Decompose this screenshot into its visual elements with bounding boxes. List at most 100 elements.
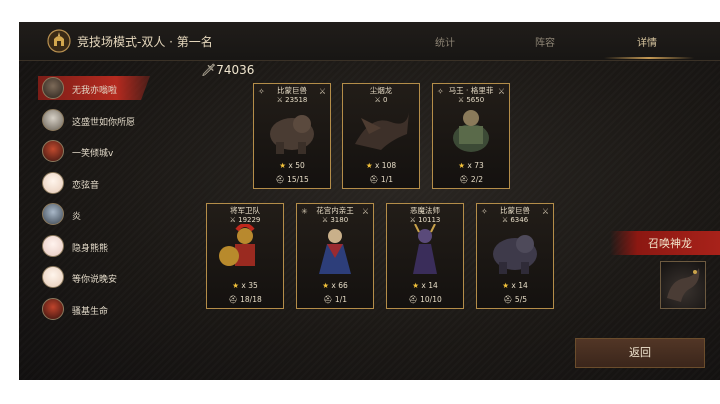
- helmet-icon: ⛑: [503, 295, 513, 304]
- summon-dragon-label: 召唤神龙: [648, 237, 692, 250]
- unit-level: ⛑ 18/18: [207, 295, 283, 304]
- dragon-silhouette-icon: [667, 268, 700, 302]
- beast-figure-icon: [493, 235, 537, 274]
- player-name: 等你说晚安: [72, 275, 118, 285]
- unit-power: ⚔ 23518: [276, 96, 308, 104]
- player-item[interactable]: 等你说晚安: [36, 263, 176, 295]
- unit-type-icon: ✧: [481, 207, 488, 216]
- star-icon: ★: [412, 281, 419, 290]
- unit-count: ★ x 14: [387, 281, 463, 290]
- unit-power-value: 19229: [238, 216, 261, 224]
- unit-type-icon: ✧: [258, 87, 265, 96]
- player-name: 恋弦音: [72, 180, 100, 191]
- unit-class-icon: ⚔: [318, 87, 326, 96]
- player-name: 无我亦嗡啦: [72, 86, 118, 96]
- unit-name: 将军卫队: [230, 206, 260, 215]
- avatar: [42, 297, 64, 320]
- unit-power-value: 6346: [510, 216, 529, 224]
- dragon-icon[interactable]: [660, 261, 706, 309]
- unit-count: ★ x 14: [477, 281, 553, 290]
- star-icon: ★: [279, 161, 286, 170]
- helmet-icon: ⛑: [369, 175, 379, 184]
- tab-lineup[interactable]: 阵容: [535, 34, 555, 49]
- active-tab-indicator: [604, 57, 694, 59]
- avatar: [42, 234, 64, 257]
- unit-level-value: 1/1: [334, 295, 347, 304]
- unit-power: ⚔ 0: [374, 96, 388, 104]
- player-name: 隐身熊熊: [72, 243, 109, 254]
- unit-power-value: 3180: [330, 216, 349, 224]
- tab-stats[interactable]: 统计: [435, 34, 455, 49]
- unit-count: ★ x 108: [343, 161, 419, 170]
- back-button[interactable]: 返回: [575, 338, 705, 368]
- card-header: 将军卫队 ⚔ 19229: [207, 204, 283, 224]
- unit-power-value: 0: [383, 96, 388, 104]
- unit-level: ⛑ 1/1: [343, 175, 419, 184]
- player-item[interactable]: 这盛世如你所愿: [36, 106, 176, 138]
- unit-card[interactable]: 将军卫队 ⚔ 19229 ★ x 35 ⛑ 18/18: [206, 203, 284, 309]
- arena-helmet-icon: [47, 29, 71, 53]
- unit-power: ⚔ 6346: [501, 216, 529, 224]
- sword-icon: 🗡: [201, 63, 217, 77]
- unit-level-value: 1/1: [380, 175, 393, 184]
- unit-level-value: 10/10: [420, 295, 442, 304]
- unit-count-value: x 50: [288, 161, 305, 170]
- total-power-value: 74036: [216, 63, 255, 77]
- unit-power: ⚔ 10113: [409, 216, 441, 224]
- player-name: 骚基生命: [72, 306, 109, 317]
- avatar: [42, 266, 64, 288]
- star-icon: ★: [365, 161, 373, 170]
- player-name: 这盛世如你所愿: [72, 117, 136, 128]
- unit-count-value: x 35: [241, 281, 258, 290]
- avatar: [42, 140, 64, 162]
- unit-card[interactable]: 比蒙巨兽 ⚔ 6346 ✧ ⚔ ★ x 14 ⛑ 5/5: [476, 203, 554, 309]
- player-name: 一笑倾城v: [72, 149, 114, 159]
- helmet-icon: ⛑: [228, 295, 238, 304]
- unit-level: ⛑ 5/5: [477, 295, 553, 304]
- unit-count: ★ x 73: [433, 161, 509, 170]
- tab-details[interactable]: 详情: [637, 34, 657, 49]
- unit-level-value: 5/5: [514, 295, 527, 304]
- player-item[interactable]: 无我亦嗡啦: [36, 74, 176, 106]
- avatar: [42, 108, 64, 131]
- unit-power: ⚔ 19229: [229, 216, 261, 224]
- unit-count-value: x 66: [331, 281, 348, 290]
- unit-power-value: 5650: [466, 96, 485, 104]
- unit-level-value: 2/2: [470, 175, 483, 184]
- unit-card[interactable]: 尘烟龙 ⚔ 0 ★ x 108 ⛑ 1/1: [342, 83, 420, 189]
- player-item[interactable]: 骚基生命: [36, 295, 176, 327]
- unit-count-value: x 108: [374, 161, 397, 170]
- unit-card[interactable]: 花宫内亲王 ⚔ 3180 ✳ ⚔ ★ x 66 ⛑ 1/1: [296, 203, 374, 309]
- unit-power-value: 10113: [418, 216, 441, 224]
- unit-class-icon: ⚔: [541, 207, 549, 216]
- top-bar: 竞技场模式-双人 · 第一名 统计 阵容 详情: [19, 22, 720, 61]
- star-icon: ★: [322, 281, 329, 290]
- avatar: [42, 77, 64, 99]
- helmet-icon: ⛑: [323, 295, 333, 304]
- unit-count-value: x 73: [467, 161, 484, 170]
- player-item[interactable]: 隐身熊熊: [36, 232, 176, 264]
- unit-name: 尘烟龙: [369, 86, 393, 95]
- unit-card[interactable]: 比蒙巨兽 ⚔ 23518 ✧ ⚔ ★ x 50 ⛑ 15/15: [253, 83, 331, 189]
- player-item[interactable]: 炎: [36, 200, 176, 232]
- unit-level-value: 15/15: [287, 175, 309, 184]
- player-item[interactable]: 一笑倾城v: [36, 137, 176, 169]
- unit-card[interactable]: 马王 · 格里菲 ⚔ 5650 ✧ ⚔ ★ x 73 ⛑ 2/2: [432, 83, 510, 189]
- unit-card[interactable]: 恶魔法师 ⚔ 10113 ★ x 14 ⛑ 10/10: [386, 203, 464, 309]
- game-screen: 竞技场模式-双人 · 第一名 统计 阵容 详情 无我亦嗡啦 这盛世如你所愿 一笑…: [19, 22, 720, 380]
- star-icon: ★: [458, 161, 465, 170]
- star-icon: ★: [502, 281, 509, 290]
- player-item[interactable]: 恋弦音: [36, 169, 176, 201]
- unit-power-value: 23518: [285, 96, 308, 104]
- helmet-icon: ⛑: [275, 175, 285, 184]
- knight-figure-icon: [453, 110, 489, 152]
- unit-power: ⚔ 5650: [457, 96, 485, 104]
- star-icon: ★: [232, 281, 239, 290]
- unit-level-value: 18/18: [240, 295, 262, 304]
- demon-mage-figure-icon: [413, 224, 437, 274]
- unit-level: ⛑ 10/10: [387, 295, 463, 304]
- helmet-icon: ⛑: [459, 175, 469, 184]
- unit-count: ★ x 50: [254, 161, 330, 170]
- unit-power: ⚔ 3180: [321, 216, 349, 224]
- spartan-figure-icon: [219, 224, 255, 266]
